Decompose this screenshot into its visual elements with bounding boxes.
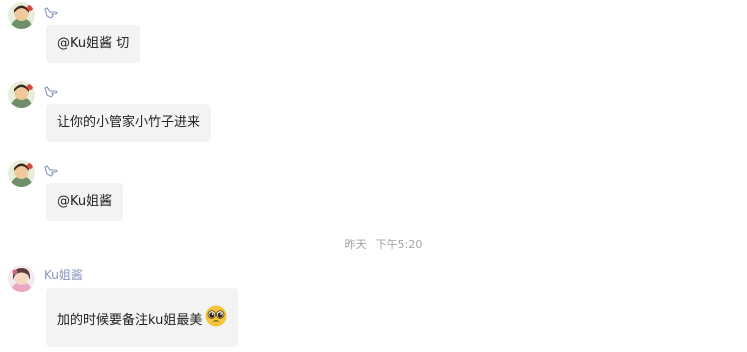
message-bubble[interactable]: 加的时候要备注ku姐最美 bbox=[46, 288, 239, 347]
avatar[interactable] bbox=[8, 265, 35, 292]
hand-pointing-icon bbox=[44, 4, 58, 19]
avatar[interactable] bbox=[8, 160, 35, 187]
divider-time: 下午5:20 bbox=[375, 238, 423, 251]
avatar[interactable] bbox=[8, 81, 35, 108]
hand-pointing-icon bbox=[44, 162, 58, 177]
divider-day: 昨天 bbox=[344, 238, 367, 251]
message-text: 让你的小管家小竹子进来 bbox=[57, 115, 201, 130]
pleading-face-emoji bbox=[205, 305, 227, 333]
message-bubble[interactable]: @Ku姐酱 切 bbox=[46, 25, 141, 63]
hand-pointing-icon bbox=[44, 83, 58, 98]
message-text: 加的时候要备注ku姐最美 bbox=[57, 313, 203, 328]
message-bubble[interactable]: 让你的小管家小竹子进来 bbox=[46, 104, 212, 142]
avatar[interactable] bbox=[8, 2, 35, 29]
message-text: @Ku姐酱 bbox=[57, 194, 113, 209]
time-divider: 昨天 下午5:20 bbox=[0, 238, 747, 252]
sender-name[interactable]: Ku姐酱 bbox=[44, 268, 83, 282]
message-bubble[interactable]: @Ku姐酱 bbox=[46, 183, 124, 221]
message-text: @Ku姐酱 切 bbox=[57, 36, 130, 51]
